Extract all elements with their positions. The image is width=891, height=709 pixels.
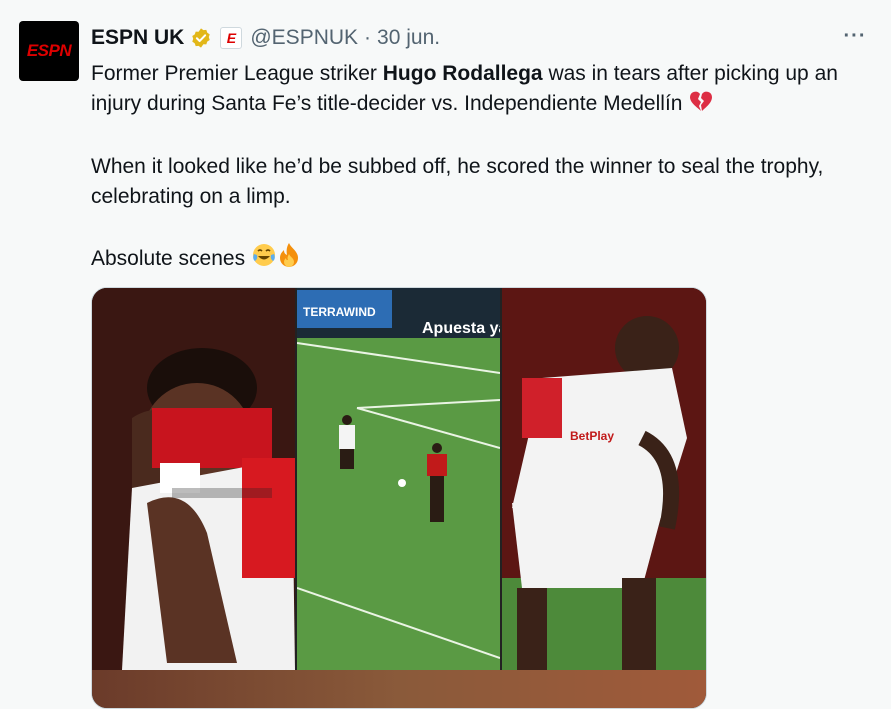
svg-text:TERRAWIND: TERRAWIND xyxy=(303,305,376,319)
tweet-timestamp[interactable]: 30 jun. xyxy=(377,26,440,50)
tweet-media[interactable]: TERRAWIND Apuesta ya BetPlay xyxy=(91,287,707,709)
player-limping-photo[interactable]: BetPlay xyxy=(502,288,706,670)
text-segment: Former Premier League striker xyxy=(91,62,383,85)
avatar[interactable]: ESPN xyxy=(19,21,79,81)
fire-emoji xyxy=(277,242,301,277)
svg-text:Apuesta ya: Apuesta ya xyxy=(422,320,500,337)
more-options-icon[interactable]: ··· xyxy=(840,24,870,52)
player-name-text: Hugo Rodallega xyxy=(382,62,543,85)
tweet-paragraph-3: Absolute scenes xyxy=(91,242,851,277)
player-crying-photo[interactable] xyxy=(92,288,295,670)
tweet-paragraph-1: Former Premier League striker Hugo Rodal… xyxy=(91,59,851,122)
media-bottom-photo[interactable] xyxy=(92,670,706,708)
text-segment: Absolute scenes xyxy=(91,247,246,270)
account-handle[interactable]: @ESPNUK xyxy=(250,26,358,50)
svg-text:BetPlay: BetPlay xyxy=(570,429,614,443)
espn-logo: ESPN xyxy=(26,41,72,60)
tweet-article[interactable]: ESPN ESPN UK E @ESPNUK · 30 jun. ··· For… xyxy=(0,0,891,709)
match-footage-photo[interactable]: TERRAWIND Apuesta ya xyxy=(297,288,500,670)
tweet-paragraph-2: When it looked like he’d be subbed off, … xyxy=(91,155,824,208)
separator-dot: · xyxy=(364,26,372,49)
tears-of-joy-emoji xyxy=(251,242,277,277)
verified-gold-badge-icon[interactable] xyxy=(190,27,212,49)
broken-heart-icon xyxy=(688,89,714,122)
affiliate-badge-icon[interactable]: E xyxy=(220,27,243,49)
tweet-text: Former Premier League striker Hugo Rodal… xyxy=(91,59,851,277)
account-name[interactable]: ESPN UK xyxy=(91,26,184,50)
tweet-header: ESPN UK E @ESPNUK · 30 jun. xyxy=(91,24,440,52)
